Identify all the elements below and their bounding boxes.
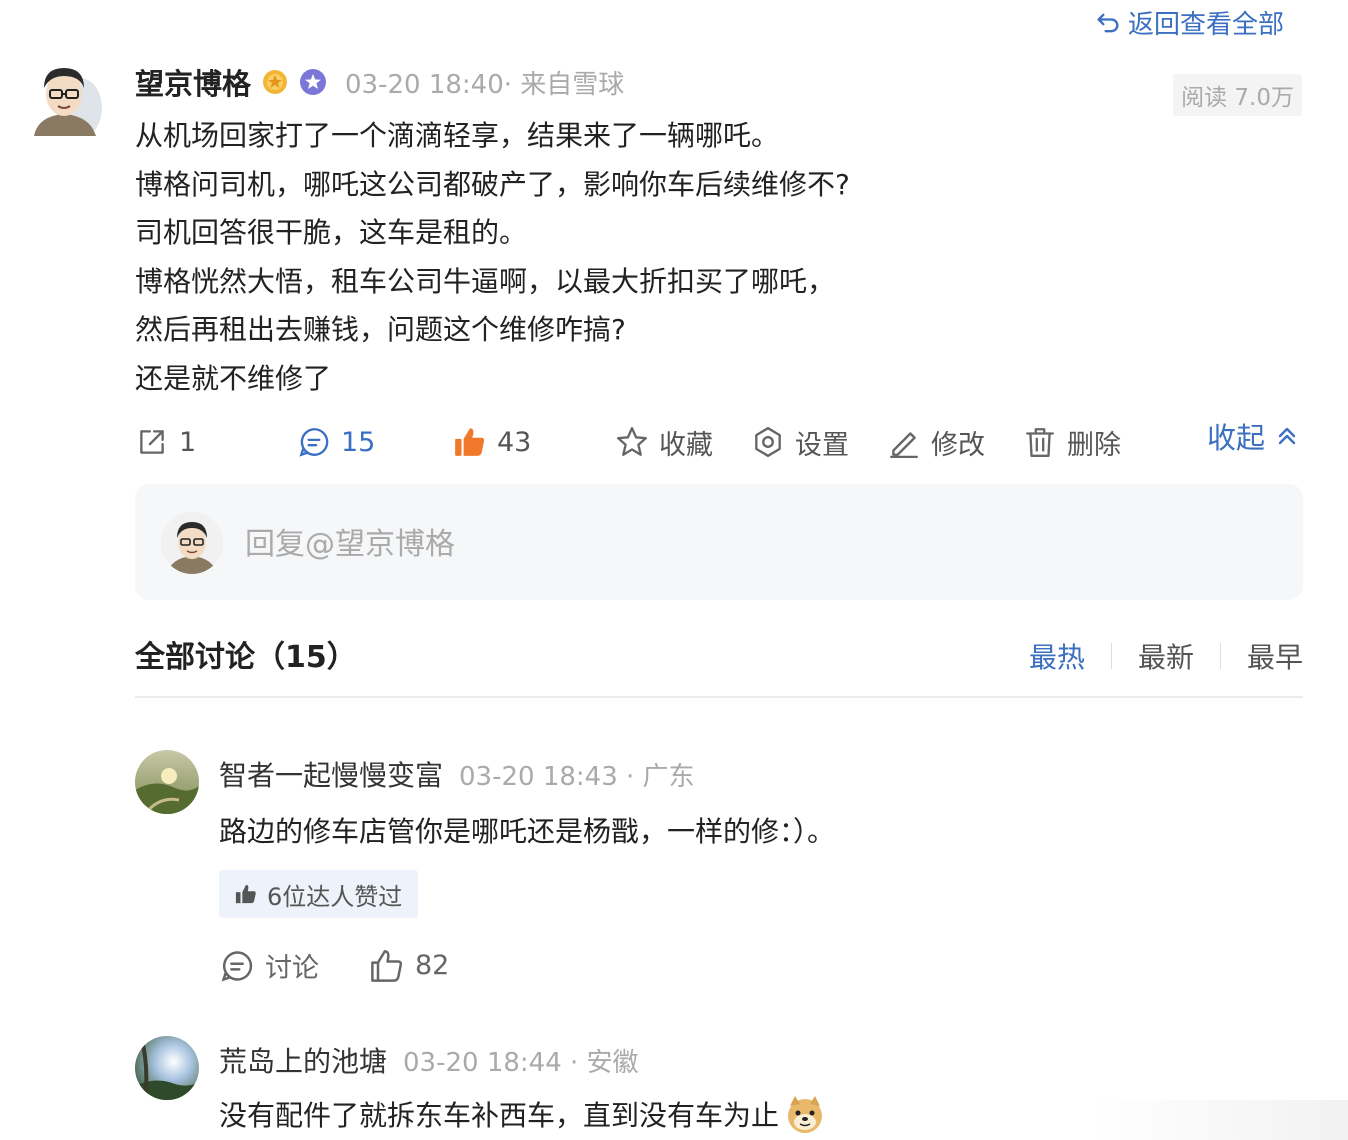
post-author-avatar[interactable] <box>30 58 104 138</box>
share-count: 1 <box>179 426 197 458</box>
comment-text-row: 没有配件了就拆东车补西车，直到没有车为止 <box>219 1094 825 1134</box>
comment-like-button[interactable]: 82 <box>369 948 449 984</box>
favorite-label: 收藏 <box>659 429 713 461</box>
tab-earliest[interactable]: 最早 <box>1247 636 1303 676</box>
return-arrow-icon <box>1097 13 1119 32</box>
settings-button[interactable]: 设置 <box>751 422 849 462</box>
reply-box[interactable] <box>135 484 1303 600</box>
current-user-avatar <box>161 512 223 574</box>
doge-emoji-icon <box>788 1096 823 1133</box>
share-icon <box>140 430 164 454</box>
settings-label: 设置 <box>795 429 849 461</box>
pencil-icon <box>890 432 918 459</box>
share-button[interactable]: 1 <box>135 422 196 462</box>
post-line: 博格问司机，哪吒这公司都破产了，影响你车后续维修不? <box>135 167 850 201</box>
edit-label: 修改 <box>931 429 985 461</box>
tab-newest[interactable]: 最新 <box>1138 636 1194 676</box>
comment-count: 15 <box>341 426 376 458</box>
delete-label: 删除 <box>1067 429 1121 461</box>
discuss-label: 讨论 <box>265 953 319 984</box>
post-line: 还是就不维修了 <box>135 361 332 395</box>
comment-header: 荒岛上的池塘 03-20 18:44 · 安徽 <box>219 1040 639 1080</box>
commenter-avatar[interactable] <box>135 1036 199 1100</box>
experts-liked-label: 6位达人赞过 <box>267 882 403 911</box>
like-button[interactable]: 43 <box>453 422 531 462</box>
tab-divider <box>1219 643 1221 669</box>
back-link-label: 返回查看全部 <box>1127 10 1284 40</box>
scroll-overlay <box>1088 1100 1348 1140</box>
chevron-up-icon <box>1278 427 1296 445</box>
comment-actions: 讨论 82 <box>219 946 449 985</box>
comment-header: 智者一起慢慢变富 03-20 18:43 · 广东 <box>219 754 695 794</box>
discussion-header: 全部讨论（15） 最热 最新 最早 <box>135 628 1303 698</box>
collapse-button[interactable]: 收起 <box>1207 416 1299 456</box>
favorite-button[interactable]: 收藏 <box>615 422 713 462</box>
post-line: 博格恍然大悟，租车公司牛逼啊，以最大折扣买了哪吒， <box>135 264 836 298</box>
post-body: 从机场回家打了一个滴滴轻享，结果来了一辆哪吒。 博格问司机，哪吒这公司都破产了，… <box>135 112 1295 403</box>
thumbs-up-outline-icon <box>371 949 403 982</box>
experts-liked-badge[interactable]: 6位达人赞过 <box>219 870 419 918</box>
settings-hexagon-icon <box>755 427 781 457</box>
read-count-badge: 阅读 7.0万 <box>1173 74 1302 116</box>
discussion-title: 全部讨论（15） <box>135 640 357 675</box>
post-line: 从机场回家打了一个滴滴轻享，结果来了一辆哪吒。 <box>135 119 780 152</box>
post-action-bar: 1 15 43 收藏 设置 修改 删除 收起 <box>135 414 1303 470</box>
star-outline-icon <box>617 427 647 456</box>
comment-icon <box>221 950 253 981</box>
commenter-name[interactable]: 荒岛上的池塘 <box>219 1040 387 1080</box>
post-line: 司机回答很干脆，这车是租的。 <box>135 216 528 249</box>
gold-star-badge-icon <box>263 70 288 94</box>
comment-text: 路边的修车店管你是哪吒还是杨戬，一样的修：）。 <box>219 815 836 848</box>
reply-input[interactable] <box>245 522 1265 566</box>
comment-meta: 03-20 18:44 · 安徽 <box>403 1048 639 1078</box>
tab-divider <box>1110 643 1112 669</box>
delete-button[interactable]: 删除 <box>1023 422 1121 462</box>
post-author-name[interactable]: 望京博格 <box>135 61 251 103</box>
thumbs-up-filled-icon <box>455 428 485 456</box>
sort-tabs: 最热 最新 最早 <box>1029 636 1303 676</box>
comment-text: 没有配件了就拆东车补西车，直到没有车为止 <box>219 1099 780 1132</box>
collapse-label: 收起 <box>1206 421 1265 455</box>
post-meta: 03-20 18:40· 来自雪球 <box>345 69 625 100</box>
post-author-row: 望京博格 03-20 18:40· 来自雪球 <box>135 60 624 104</box>
back-to-all-link[interactable]: 返回查看全部 <box>1094 4 1284 41</box>
thumbs-up-small-icon <box>235 884 256 904</box>
trash-icon <box>1026 428 1054 457</box>
purple-star-badge-icon <box>300 69 327 95</box>
comment-item: 智者一起慢慢变富 03-20 18:43 · 广东 路边的修车店管你是哪吒还是杨… <box>135 750 1303 990</box>
discuss-button[interactable]: 讨论 <box>219 946 319 985</box>
commenter-name[interactable]: 智者一起慢慢变富 <box>219 754 443 794</box>
comment-like-count: 82 <box>415 950 450 981</box>
like-count: 43 <box>497 426 532 458</box>
post-line: 然后再租出去赚钱，问题这个维修咋搞? <box>135 313 626 346</box>
edit-button[interactable]: 修改 <box>887 422 985 462</box>
comment-meta: 03-20 18:43 · 广东 <box>459 762 695 792</box>
commenter-avatar[interactable] <box>135 750 199 814</box>
tab-hottest[interactable]: 最热 <box>1029 636 1085 676</box>
comment-icon <box>299 428 329 457</box>
